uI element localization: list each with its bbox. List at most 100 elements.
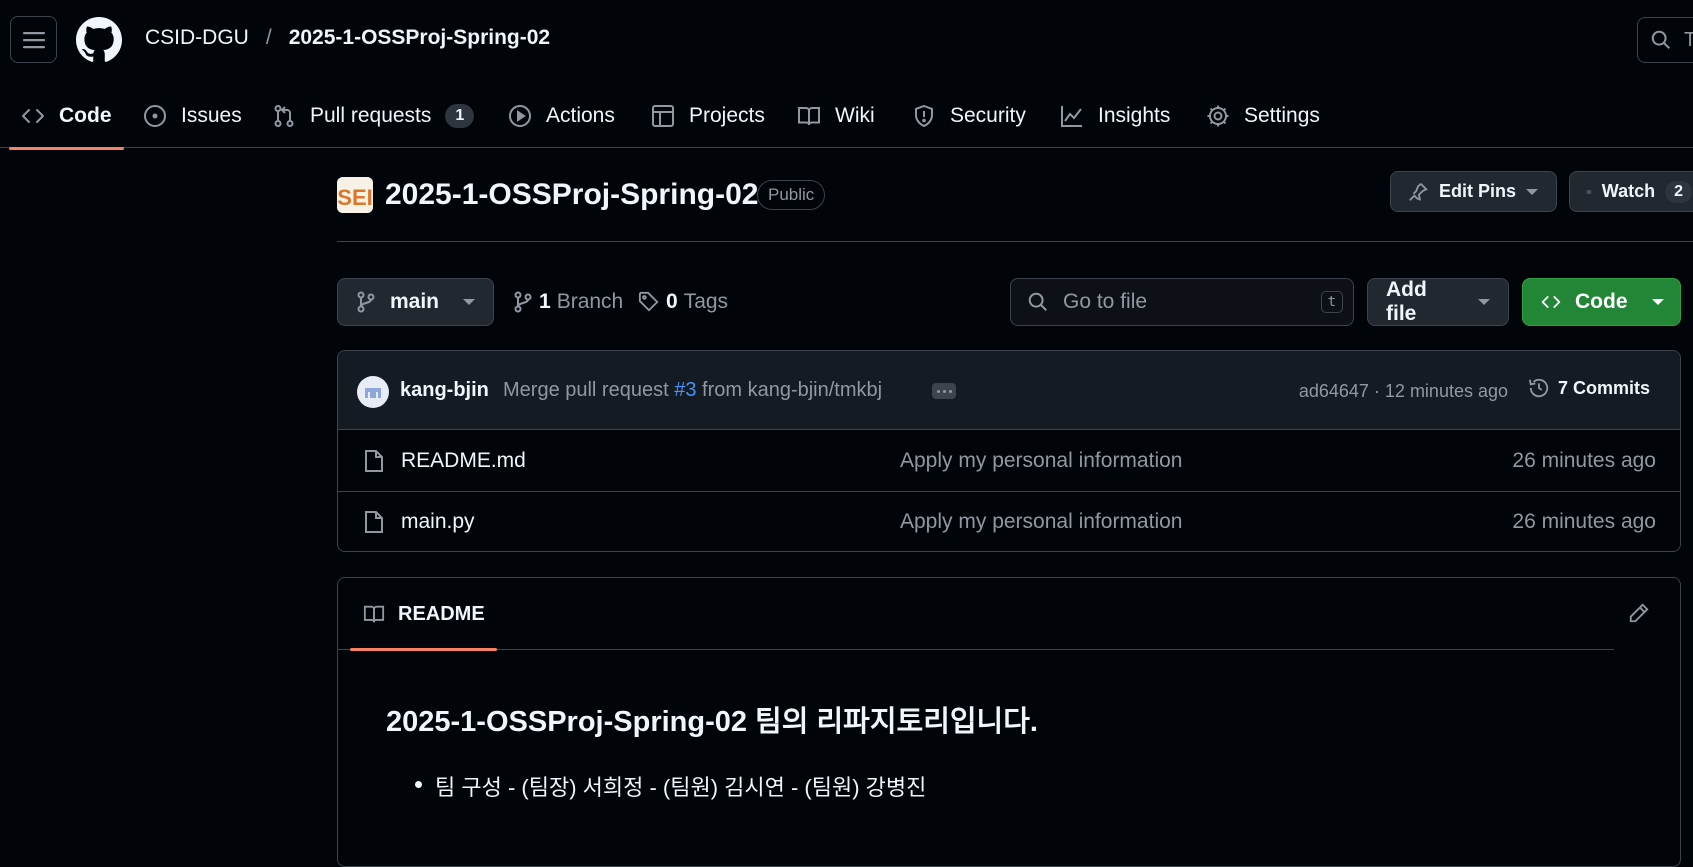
search-icon [1651,30,1670,49]
commit-message-prefix: Merge pull request [503,379,669,401]
tab-wiki[interactable]: Wiki [797,98,875,134]
tags-link[interactable]: 0 Tags [638,290,728,314]
repo-header: SEI 2025-1-OSSProj-Spring-02 Public Edit… [337,170,1693,242]
tab-label: Issues [181,104,242,127]
keyboard-shortcut-hint: t [1320,291,1343,313]
table-icon [652,105,674,127]
tag-count: 0 [666,290,678,313]
book-icon [798,107,820,126]
branch-count: 1 [539,290,551,313]
file-row[interactable]: README.md Apply my personal information … [338,431,1680,492]
search-input[interactable]: T [1637,17,1693,63]
tab-label: Insights [1098,104,1171,127]
chevron-down-icon [1651,299,1664,305]
breadcrumb: CSID-DGU / 2025-1-OSSProj-Spring-02 [145,26,550,50]
file-icon [365,511,383,533]
tab-pull-requests[interactable]: Pull requests 1 [272,98,475,134]
tab-insights[interactable]: Insights [1060,98,1170,134]
file-commit-message[interactable]: Apply my personal information [900,449,1182,473]
tab-label: Settings [1244,104,1320,127]
watch-button[interactable]: Watch 2 [1569,171,1693,212]
readme-heading: 2025-1-OSSProj-Spring-02 팀의 리파지토리입니다. [386,706,1038,738]
pull-request-icon [274,105,294,127]
pencil-icon[interactable] [1628,602,1650,624]
history-icon [1528,378,1549,398]
branches-link[interactable]: 1 Branch [513,290,623,314]
gear-icon [1207,105,1229,127]
add-file-button[interactable]: Add file [1367,278,1509,326]
commits-label: 7 Commits [1557,377,1650,398]
menu-button[interactable] [10,16,57,63]
commit-sha-time[interactable]: ad64647 · 12 minutes ago [1299,381,1508,402]
visibility-badge: Public [757,180,826,210]
expand-commit-button[interactable] [932,383,956,399]
file-name[interactable]: main.py [401,510,475,534]
file-list: kang-bjin Merge pull request #3 from kan… [337,350,1681,552]
play-icon [509,105,531,127]
repo-link[interactable]: 2025-1-OSSProj-Spring-02 [289,26,550,50]
repo-avatar: SEI [337,177,373,213]
watch-count: 2 [1665,180,1692,203]
file-commit-time: 26 minutes ago [1512,449,1656,472]
edit-pins-label: Edit Pins [1439,181,1517,201]
file-commit-time: 26 minutes ago [1512,510,1656,533]
code-dropdown-button[interactable]: Code [1522,278,1681,326]
file-name[interactable]: README.md [401,449,526,473]
chevron-down-icon [463,299,475,305]
file-commit-message[interactable]: Apply my personal information [900,510,1182,534]
tag-icon [638,291,659,312]
pull-request-count-badge: 1 [445,104,475,128]
chevron-down-icon [1478,299,1490,305]
file-icon [365,450,383,472]
branch-label: Branch [556,290,624,313]
owner-link[interactable]: CSID-DGU [145,26,249,50]
go-to-file-placeholder: Go to file [1063,290,1148,313]
readme-header: README [338,578,1680,651]
tab-code[interactable]: Code [9,98,123,150]
tab-actions[interactable]: Actions [508,98,615,134]
top-bar: CSID-DGU / 2025-1-OSSProj-Spring-02 T [0,0,1693,80]
tab-projects[interactable]: Projects [651,98,765,134]
code-icon [22,109,44,123]
chevron-down-icon [1526,188,1539,195]
code-button-label: Code [1575,290,1628,313]
hamburger-icon [22,31,45,48]
commits-link[interactable]: 7 Commits [1528,377,1650,399]
breadcrumb-separator: / [265,26,272,49]
tab-label: Pull requests [310,104,432,127]
pr-link[interactable]: #3 [674,379,696,401]
repo-title[interactable]: 2025-1-OSSProj-Spring-02 [385,178,758,212]
commit-message-suffix: from kang-bjin/tmkbj [702,379,883,401]
readme-panel: README 2025-1-OSSProj-Spring-02 팀의 리파지토리… [337,577,1681,867]
readme-tab-label: README [398,602,485,625]
tab-readme[interactable]: README [350,578,497,651]
go-to-file-input[interactable]: Go to file t [1010,278,1354,326]
shield-icon [915,104,933,128]
branch-icon [514,291,532,313]
book-icon [363,605,385,623]
github-logo-icon[interactable] [76,17,122,63]
tab-issues[interactable]: Issues [143,98,242,134]
avatar-letters: SEI [337,185,372,210]
watch-label: Watch [1601,181,1656,201]
latest-commit-bar: kang-bjin Merge pull request #3 from kan… [338,351,1680,430]
tab-security[interactable]: Security [912,98,1026,134]
tab-label: Code [59,104,112,127]
branch-selector[interactable]: main [337,278,494,326]
tab-label: Wiki [835,104,875,127]
avatar[interactable] [357,376,389,408]
branch-icon [357,291,375,313]
tag-label: Tags [683,290,729,313]
add-file-label: Add file [1386,278,1427,325]
search-placeholder: T [1684,29,1693,52]
tab-settings[interactable]: Settings [1206,98,1320,134]
code-icon [1541,296,1561,308]
edit-pins-button[interactable]: Edit Pins [1390,171,1557,212]
file-row[interactable]: main.py Apply my personal information 26… [338,492,1680,551]
commit-author[interactable]: kang-bjin [400,379,489,402]
list-item: 팀 구성 - (팀장) 서희정 - (팀원) 김시연 - (팀원) 강병진 [415,770,1038,802]
readme-list: 팀 구성 - (팀장) 서희정 - (팀원) 김시연 - (팀원) 강병진 [415,770,1038,802]
tab-label: Security [950,104,1026,127]
commit-message[interactable]: Merge pull request #3 from kang-bjin/tmk… [503,379,882,402]
graph-icon [1061,106,1082,127]
